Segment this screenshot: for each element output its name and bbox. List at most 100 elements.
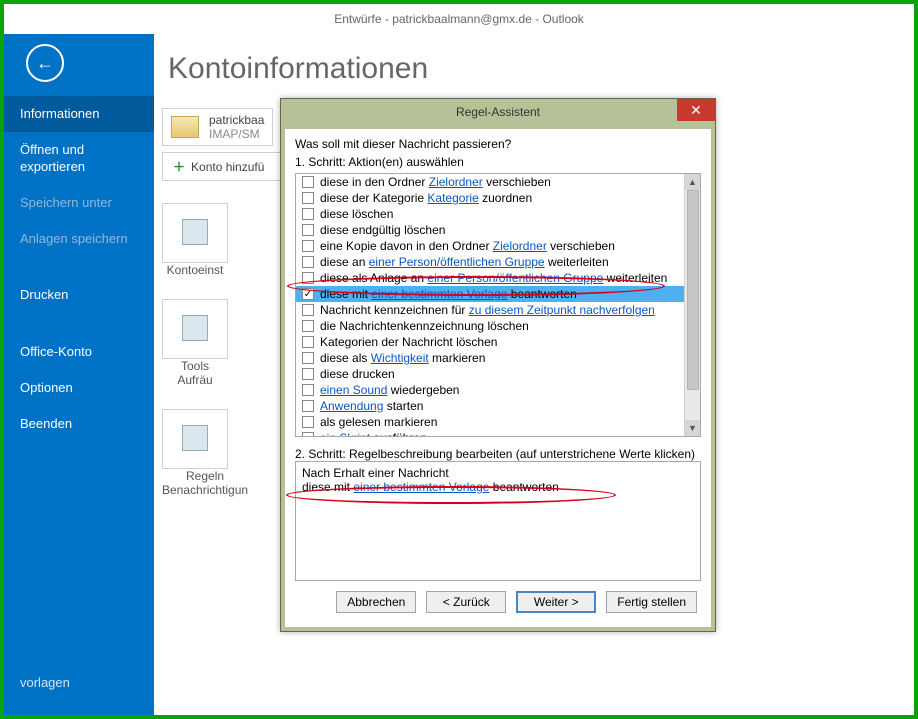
rules-alerts-label-1: Regeln: [162, 469, 248, 483]
rules-alerts-button[interactable]: [162, 409, 228, 469]
sidebar-item-5[interactable]: Office-Konto: [4, 334, 154, 370]
account-email: patrickbaa: [209, 113, 264, 127]
add-account-label: Konto hinzufü: [191, 160, 264, 174]
action-link[interactable]: Kategorie: [427, 191, 478, 205]
action-row-15[interactable]: als gelesen markieren: [296, 414, 684, 430]
action-text-0: diese in den Ordner Zielordner verschieb…: [320, 175, 551, 189]
action-row-16[interactable]: ein Skript ausführen: [296, 430, 684, 436]
back-button-dialog[interactable]: < Zurück: [426, 591, 506, 613]
sidebar: ← InformationenÖffnen und exportierenSpe…: [4, 34, 154, 715]
action-text-7: diese mit einer bestimmten Vorlage beant…: [320, 287, 577, 301]
action-checkbox-10[interactable]: [302, 336, 314, 348]
action-row-5[interactable]: diese an einer Person/öffentlichen Grupp…: [296, 254, 684, 270]
account-settings-label: Kontoeinst: [162, 263, 228, 277]
rule-desc-line1: Nach Erhalt einer Nachricht: [302, 466, 694, 480]
sidebar-item-1[interactable]: Öffnen und exportieren: [4, 132, 154, 185]
action-checkbox-7[interactable]: ✓: [302, 288, 314, 300]
rule-description-box: Nach Erhalt einer Nachricht diese mit ei…: [295, 461, 701, 581]
rule-wizard-dialog: Regel-Assistent ✕ Was soll mit dieser Na…: [280, 98, 716, 632]
action-row-9[interactable]: die Nachrichtenkennzeichnung löschen: [296, 318, 684, 334]
rule-desc-template-link[interactable]: einer bestimmten Vorlage: [353, 480, 489, 494]
action-link[interactable]: einer bestimmten Vorlage: [371, 287, 507, 301]
action-checkbox-2[interactable]: [302, 208, 314, 220]
action-link[interactable]: Anwendung: [320, 399, 383, 413]
cleanup-tools-button[interactable]: [162, 299, 228, 359]
action-list: diese in den Ordner Zielordner verschieb…: [295, 173, 701, 437]
action-link[interactable]: zu diesem Zeitpunkt nachverfolgen: [469, 303, 655, 317]
action-checkbox-1[interactable]: [302, 192, 314, 204]
action-checkbox-14[interactable]: [302, 400, 314, 412]
scrollbar[interactable]: ▲ ▼: [684, 174, 700, 436]
action-link[interactable]: Zielordner: [429, 175, 483, 189]
action-text-15: als gelesen markieren: [320, 415, 437, 429]
dialog-step2-label: 2. Schritt: Regelbeschreibung bearbeiten…: [295, 447, 701, 461]
action-link[interactable]: ein Skript: [320, 431, 370, 436]
action-text-16: ein Skript ausführen: [320, 431, 427, 436]
action-row-0[interactable]: diese in den Ordner Zielordner verschieb…: [296, 174, 684, 190]
plus-icon: ＋: [173, 158, 185, 175]
arrow-left-icon: ←: [36, 53, 54, 74]
close-icon: ✕: [690, 102, 702, 119]
action-checkbox-0[interactable]: [302, 176, 314, 188]
action-text-9: die Nachrichtenkennzeichnung löschen: [320, 319, 529, 333]
action-checkbox-13[interactable]: [302, 384, 314, 396]
scroll-down-button[interactable]: ▼: [685, 420, 700, 436]
cleanup-tools-label-2: Aufräu: [162, 373, 228, 387]
dialog-step1-label: 1. Schritt: Aktion(en) auswählen: [295, 155, 701, 169]
action-row-11[interactable]: diese als Wichtigkeit markieren: [296, 350, 684, 366]
back-button[interactable]: ←: [26, 44, 64, 82]
action-checkbox-12[interactable]: [302, 368, 314, 380]
action-checkbox-3[interactable]: [302, 224, 314, 236]
action-checkbox-16[interactable]: [302, 432, 314, 436]
scroll-thumb[interactable]: [687, 190, 699, 390]
action-checkbox-4[interactable]: [302, 240, 314, 252]
action-checkbox-5[interactable]: [302, 256, 314, 268]
finish-button[interactable]: Fertig stellen: [606, 591, 697, 613]
account-icon: [171, 116, 199, 138]
action-row-2[interactable]: diese löschen: [296, 206, 684, 222]
action-row-14[interactable]: Anwendung starten: [296, 398, 684, 414]
action-row-8[interactable]: Nachricht kennzeichnen für zu diesem Zei…: [296, 302, 684, 318]
action-checkbox-15[interactable]: [302, 416, 314, 428]
sidebar-footer: vorlagen: [4, 665, 154, 715]
action-text-12: diese drucken: [320, 367, 395, 381]
action-text-1: diese der Kategorie Kategorie zuordnen: [320, 191, 532, 205]
action-link[interactable]: einer Person/öffentlichen Gruppe: [427, 271, 603, 285]
action-text-4: eine Kopie davon in den Ordner Zielordne…: [320, 239, 615, 253]
rule-desc-post: beantworten: [489, 480, 558, 494]
action-checkbox-6[interactable]: [302, 272, 314, 284]
action-text-8: Nachricht kennzeichnen für zu diesem Zei…: [320, 303, 655, 317]
rule-desc-pre: diese mit: [302, 480, 353, 494]
account-selector[interactable]: patrickbaa IMAP/SM: [162, 108, 273, 146]
action-checkbox-11[interactable]: [302, 352, 314, 364]
action-link[interactable]: einer Person/öffentlichen Gruppe: [369, 255, 545, 269]
action-text-11: diese als Wichtigkeit markieren: [320, 351, 485, 365]
rule-desc-line2: diese mit einer bestimmten Vorlage beant…: [302, 480, 694, 494]
window-title: Entwürfe - patrickbaalmann@gmx.de - Outl…: [4, 4, 914, 34]
action-link[interactable]: Zielordner: [493, 239, 547, 253]
next-button[interactable]: Weiter >: [516, 591, 596, 613]
action-row-13[interactable]: einen Sound wiedergeben: [296, 382, 684, 398]
action-row-1[interactable]: diese der Kategorie Kategorie zuordnen: [296, 190, 684, 206]
scroll-up-button[interactable]: ▲: [685, 174, 700, 190]
action-row-3[interactable]: diese endgültig löschen: [296, 222, 684, 238]
action-row-7[interactable]: ✓ diese mit einer bestimmten Vorlage bean…: [296, 286, 684, 302]
action-link[interactable]: einen Sound: [320, 383, 387, 397]
sidebar-item-7[interactable]: Beenden: [4, 406, 154, 442]
page-title: Kontoinformationen: [168, 52, 894, 86]
cancel-button[interactable]: Abbrechen: [336, 591, 416, 613]
tools-icon: [182, 315, 208, 341]
sidebar-item-4[interactable]: Drucken: [4, 277, 154, 313]
sidebar-item-0[interactable]: Informationen: [4, 96, 154, 132]
action-row-12[interactable]: diese drucken: [296, 366, 684, 382]
action-link[interactable]: Wichtigkeit: [371, 351, 429, 365]
action-checkbox-9[interactable]: [302, 320, 314, 332]
action-row-10[interactable]: Kategorien der Nachricht löschen: [296, 334, 684, 350]
action-row-6[interactable]: diese als Anlage an einer Person/öffentl…: [296, 270, 684, 286]
action-checkbox-8[interactable]: [302, 304, 314, 316]
dialog-close-button[interactable]: ✕: [677, 99, 715, 121]
action-row-4[interactable]: eine Kopie davon in den Ordner Zielordne…: [296, 238, 684, 254]
dialog-title: Regel-Assistent: [281, 99, 715, 125]
sidebar-item-6[interactable]: Optionen: [4, 370, 154, 406]
account-settings-button[interactable]: [162, 203, 228, 263]
